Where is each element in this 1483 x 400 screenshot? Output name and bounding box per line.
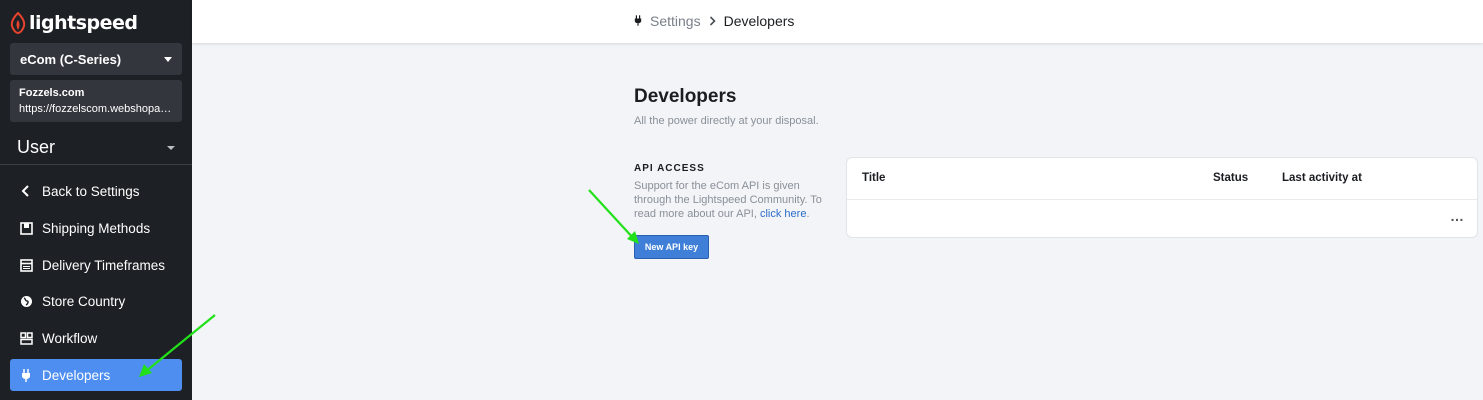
- breadcrumb: Settings Developers: [634, 13, 794, 29]
- sidebar: lightspeed eCom (C-Series) Fozzels.com h…: [0, 0, 192, 400]
- column-header-last-activity: Last activity at: [1282, 172, 1362, 184]
- more-options-icon[interactable]: …: [1450, 208, 1465, 224]
- click-here-link[interactable]: click here: [760, 208, 806, 220]
- chevron-left-icon: [19, 184, 33, 198]
- shop-url: https://fozzelscom.webshopapp.com: [19, 103, 173, 115]
- sidebar-item-label: Shipping Methods: [42, 220, 151, 236]
- lightspeed-logo[interactable]: lightspeed: [10, 10, 138, 36]
- api-keys-table: Title Status Last activity at …: [846, 157, 1478, 238]
- table-divider: [847, 199, 1477, 200]
- sidebar-item-label: Developers: [42, 367, 111, 383]
- breadcrumb-current: Developers: [723, 13, 795, 29]
- plug-icon: [634, 13, 642, 29]
- sidebar-item-store-country[interactable]: Store Country: [10, 285, 182, 317]
- user-label: User: [17, 137, 56, 157]
- sidebar-item-delivery-timeframes[interactable]: Delivery Timeframes: [10, 249, 182, 281]
- user-menu[interactable]: User: [0, 131, 192, 165]
- logo-text: lightspeed: [29, 12, 138, 34]
- column-header-title: Title: [862, 172, 886, 184]
- workflow-icon: [19, 331, 33, 345]
- sidebar-item-label: Store Country: [42, 293, 126, 309]
- sidebar-item-label: Delivery Timeframes: [42, 257, 166, 273]
- api-access-description: Support for the eCom API is given throug…: [634, 180, 822, 220]
- sidebar-item-label: Workflow: [42, 330, 98, 346]
- caret-down-icon: [167, 145, 175, 150]
- shop-name: Fozzels.com: [19, 87, 85, 99]
- caret-down-icon: [164, 56, 172, 62]
- chevron-right-icon: [709, 13, 716, 29]
- flame-logo-icon: [10, 12, 26, 34]
- sidebar-item-shipping-methods[interactable]: Shipping Methods: [10, 212, 182, 244]
- store-selector[interactable]: eCom (C-Series): [10, 43, 182, 75]
- column-header-status: Status: [1213, 172, 1249, 184]
- page-title: Developers: [634, 86, 737, 107]
- breadcrumb-settings-link[interactable]: Settings: [650, 13, 701, 29]
- sidebar-item-developers[interactable]: Developers: [10, 359, 182, 391]
- new-api-key-button[interactable]: New API key: [634, 235, 709, 259]
- store-selector-label: eCom (C-Series): [20, 51, 122, 67]
- sidebar-item-label: Back to Settings: [42, 183, 140, 199]
- box-icon: [19, 221, 33, 235]
- page-subtitle: All the power directly at your disposal.: [634, 115, 819, 127]
- plug-icon: [19, 368, 33, 382]
- sidebar-item-back-to-settings[interactable]: Back to Settings: [10, 175, 182, 207]
- api-access-heading: API ACCESS: [634, 163, 705, 174]
- top-bar: Settings Developers: [192, 0, 1483, 43]
- globe-icon: [19, 294, 33, 308]
- shop-info[interactable]: Fozzels.com https://fozzelscom.webshopap…: [10, 80, 182, 122]
- calendar-icon: [19, 258, 33, 272]
- sidebar-item-workflow[interactable]: Workflow: [10, 322, 182, 354]
